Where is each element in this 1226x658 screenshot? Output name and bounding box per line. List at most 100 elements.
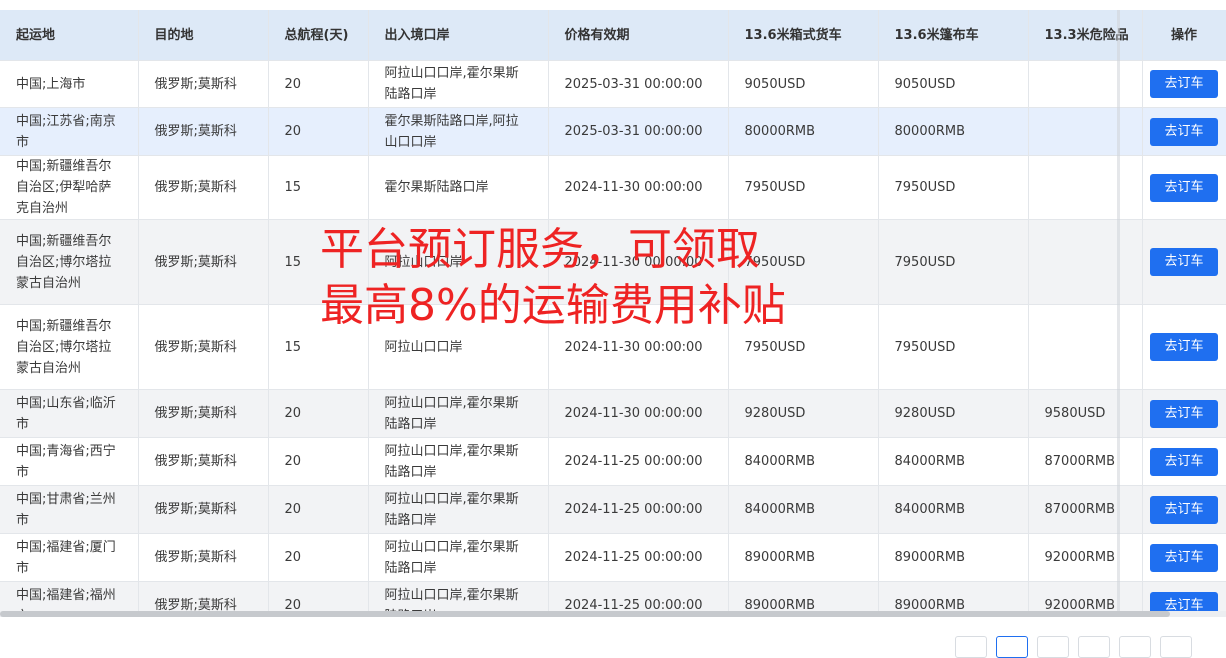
book-truck-button[interactable]: 去订车 [1150, 591, 1218, 611]
destination-cell: 俄罗斯;莫斯科 [138, 581, 269, 611]
fixed-column-shadow [1117, 10, 1120, 611]
table-row: 中国;福建省;厦门市 俄罗斯;莫斯科 20 阿拉山口口岸,霍尔果斯陆路口岸 2024-1… [0, 533, 1226, 582]
book-truck-button[interactable]: 去订车 [1150, 248, 1218, 276]
hazmat-truck-price-cell [1028, 219, 1143, 305]
table-row: 中国;山东省;临沂市 俄罗斯;莫斯科 20 阿拉山口口岸,霍尔果斯陆路口岸 2024-1… [0, 389, 1226, 438]
destination-cell: 俄罗斯;莫斯科 [138, 533, 269, 582]
port-cell: 阿拉山口口岸,霍尔果斯陆路口岸 [368, 389, 549, 438]
table-row: 中国;新疆维吾尔自治区;伊犁哈萨克自治州 俄罗斯;莫斯科 15 霍尔果斯陆路口岸 202… [0, 155, 1226, 220]
table-row: 中国;新疆维吾尔自治区;博尔塔拉蒙古自治州 俄罗斯;莫斯科 15 阿拉山口口岸 2024… [0, 304, 1226, 390]
col-header-port[interactable]: 出入境口岸 [368, 10, 549, 61]
origin-cell: 中国;新疆维吾尔自治区;博尔塔拉蒙古自治州 [0, 219, 139, 305]
validity-cell: 2024-11-25 00:00:00 [548, 437, 729, 486]
action-cell: 去订车 [1142, 304, 1226, 390]
validity-cell: 2024-11-30 00:00:00 [548, 155, 729, 220]
tarp-truck-price-cell: 89000RMB [878, 581, 1029, 611]
action-cell: 去订车 [1142, 389, 1226, 438]
action-cell: 去订车 [1142, 60, 1226, 108]
book-truck-button[interactable]: 去订车 [1150, 399, 1218, 428]
validity-cell: 2024-11-25 00:00:00 [548, 581, 729, 611]
table-row: 中国;新疆维吾尔自治区;博尔塔拉蒙古自治州 俄罗斯;莫斯科 15 阿拉山口口岸 2024… [0, 219, 1226, 305]
days-cell: 20 [268, 107, 369, 156]
pagination-next-button[interactable] [1160, 636, 1192, 658]
port-cell: 阿拉山口口岸 [368, 219, 549, 305]
col-header-origin[interactable]: 起运地 [0, 10, 139, 61]
pagination-page-button[interactable] [1119, 636, 1151, 658]
port-cell: 霍尔果斯陆路口岸,阿拉山口口岸 [368, 107, 549, 156]
hazmat-truck-price-cell [1028, 155, 1143, 220]
origin-cell: 中国;新疆维吾尔自治区;伊犁哈萨克自治州 [0, 155, 139, 220]
port-cell: 阿拉山口口岸,霍尔果斯陆路口岸 [368, 485, 549, 534]
horizontal-scrollbar[interactable] [0, 611, 1226, 617]
col-header-validity[interactable]: 价格有效期 [548, 10, 729, 61]
validity-cell: 2024-11-30 00:00:00 [548, 219, 729, 305]
hazmat-truck-price-cell: 87000RMB [1028, 437, 1143, 486]
tarp-truck-price-cell: 84000RMB [878, 437, 1029, 486]
port-cell: 阿拉山口口岸 [368, 304, 549, 390]
book-truck-button[interactable]: 去订车 [1150, 543, 1218, 572]
pagination-page-button[interactable] [1037, 636, 1069, 658]
results-table-container: 起运地 目的地 总航程(天) 出入境口岸 价格有效期 13.6米箱式货车 13.… [0, 10, 1226, 611]
freight-rates-table: 起运地 目的地 总航程(天) 出入境口岸 价格有效期 13.6米箱式货车 13.… [0, 10, 1226, 611]
destination-cell: 俄罗斯;莫斯科 [138, 437, 269, 486]
pagination [955, 636, 1192, 658]
days-cell: 20 [268, 60, 369, 108]
port-cell: 阿拉山口口岸,霍尔果斯陆路口岸 [368, 533, 549, 582]
destination-cell: 俄罗斯;莫斯科 [138, 389, 269, 438]
days-cell: 15 [268, 219, 369, 305]
days-cell: 20 [268, 437, 369, 486]
pagination-page-button[interactable] [1078, 636, 1110, 658]
book-truck-button[interactable]: 去订车 [1150, 333, 1218, 361]
book-truck-button[interactable]: 去订车 [1150, 173, 1218, 202]
table-row: 中国;青海省;西宁市 俄罗斯;莫斯科 20 阿拉山口口岸,霍尔果斯陆路口岸 2024-1… [0, 437, 1226, 486]
box-truck-price-cell: 7950USD [728, 219, 879, 305]
col-header-action: 操作 [1142, 10, 1226, 61]
origin-cell: 中国;新疆维吾尔自治区;博尔塔拉蒙古自治州 [0, 304, 139, 390]
destination-cell: 俄罗斯;莫斯科 [138, 304, 269, 390]
action-cell: 去订车 [1142, 533, 1226, 582]
col-header-days[interactable]: 总航程(天) [268, 10, 369, 61]
origin-cell: 中国;福建省;厦门市 [0, 533, 139, 582]
box-truck-price-cell: 89000RMB [728, 533, 879, 582]
destination-cell: 俄罗斯;莫斯科 [138, 219, 269, 305]
col-header-destination[interactable]: 目的地 [138, 10, 269, 61]
destination-cell: 俄罗斯;莫斯科 [138, 60, 269, 108]
days-cell: 15 [268, 304, 369, 390]
origin-cell: 中国;上海市 [0, 60, 139, 108]
horizontal-scrollbar-thumb[interactable] [0, 611, 1170, 617]
action-cell: 去订车 [1142, 219, 1226, 305]
port-cell: 阿拉山口口岸,霍尔果斯陆路口岸 [368, 60, 549, 108]
action-cell: 去订车 [1142, 437, 1226, 486]
hazmat-truck-price-cell: 92000RMB [1028, 533, 1143, 582]
tarp-truck-price-cell: 9050USD [878, 60, 1029, 108]
table-row: 中国;江苏省;南京市 俄罗斯;莫斯科 20 霍尔果斯陆路口岸,阿拉山口口岸 2025-0… [0, 107, 1226, 156]
validity-cell: 2024-11-25 00:00:00 [548, 533, 729, 582]
col-header-box-truck[interactable]: 13.6米箱式货车 [728, 10, 879, 61]
box-truck-price-cell: 7950USD [728, 304, 879, 390]
col-header-tarp-truck[interactable]: 13.6米篷布车 [878, 10, 1029, 61]
table-header-row: 起运地 目的地 总航程(天) 出入境口岸 价格有效期 13.6米箱式货车 13.… [0, 10, 1226, 61]
col-header-hazmat-truck[interactable]: 13.3米危险品 [1028, 10, 1143, 61]
book-truck-button[interactable]: 去订车 [1150, 447, 1218, 476]
table-row: 中国;上海市 俄罗斯;莫斯科 20 阿拉山口口岸,霍尔果斯陆路口岸 2025-03-31… [0, 60, 1226, 108]
destination-cell: 俄罗斯;莫斯科 [138, 485, 269, 534]
box-truck-price-cell: 9050USD [728, 60, 879, 108]
box-truck-price-cell: 84000RMB [728, 437, 879, 486]
port-cell: 阿拉山口口岸,霍尔果斯陆路口岸 [368, 437, 549, 486]
port-cell: 阿拉山口口岸,霍尔果斯陆路口岸 [368, 581, 549, 611]
pagination-page-button[interactable] [996, 636, 1028, 658]
origin-cell: 中国;山东省;临沂市 [0, 389, 139, 438]
destination-cell: 俄罗斯;莫斯科 [138, 155, 269, 220]
action-cell: 去订车 [1142, 107, 1226, 156]
book-truck-button[interactable]: 去订车 [1150, 70, 1218, 98]
validity-cell: 2024-11-30 00:00:00 [548, 304, 729, 390]
book-truck-button[interactable]: 去订车 [1150, 117, 1218, 146]
tarp-truck-price-cell: 9280USD [878, 389, 1029, 438]
tarp-truck-price-cell: 89000RMB [878, 533, 1029, 582]
book-truck-button[interactable]: 去订车 [1150, 495, 1218, 524]
pagination-prev-button[interactable] [955, 636, 987, 658]
action-cell: 去订车 [1142, 581, 1226, 611]
validity-cell: 2024-11-30 00:00:00 [548, 389, 729, 438]
hazmat-truck-price-cell: 92000RMB [1028, 581, 1143, 611]
action-cell: 去订车 [1142, 485, 1226, 534]
